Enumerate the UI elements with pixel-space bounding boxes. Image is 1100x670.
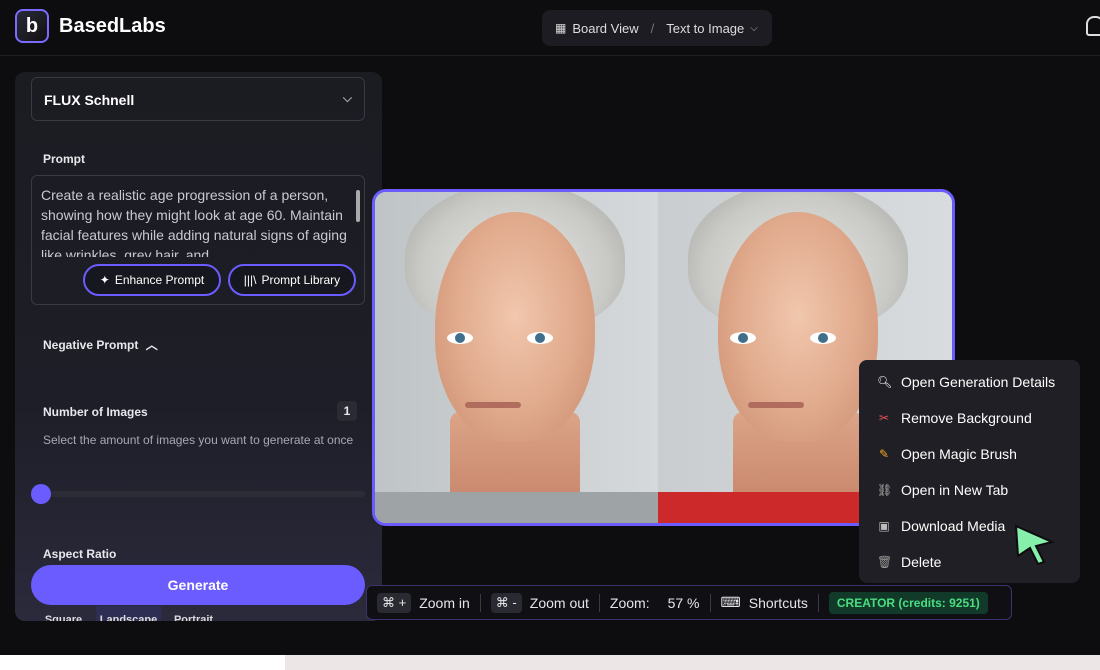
taskbar-search[interactable] [0,655,285,670]
prompt-field[interactable]: Create a realistic age progression of a … [31,175,365,305]
negative-prompt-label: Negative Prompt [43,338,139,352]
num-images-value: 1 [337,401,357,421]
generate-button[interactable]: Generate [31,565,365,605]
prompt-library-label: Prompt Library [261,273,341,287]
prompt-library-button[interactable]: |||\ Prompt Library [228,264,356,296]
ratio-square[interactable]: Square [31,606,96,621]
menu-item-label: Download Media [901,518,1006,534]
brand-name[interactable]: BasedLabs [59,15,166,38]
menu-item-remove-background[interactable]: ✂ Remove Background [859,400,1080,436]
zoom-out-shortcut: ⌘ - [490,592,522,613]
prompt-scrollbar[interactable] [355,182,361,256]
scrollbar-thumb[interactable] [356,190,360,222]
magnifier-icon: 🔍︎ [877,375,893,389]
divider [479,593,481,612]
scissors-icon: ✂ [878,411,890,425]
enhance-prompt-button[interactable]: ✦ Enhance Prompt [83,264,221,296]
trash-icon: 🗑︎ [877,555,893,569]
chevron-down-icon: ⌵ [750,22,758,34]
divider [709,593,711,612]
num-images-label: Number of Images [43,405,148,419]
zoom-value: 57 % [667,594,700,611]
menu-item-label: Open Generation Details [901,374,1056,390]
grid-icon: ▦ [555,21,567,35]
keyboard-icon: ⌨ [720,594,741,610]
pencil-icon: ✎ [878,447,890,461]
generation-panel: FLUX Schnell ⌵ Prompt Create a realistic… [15,72,382,621]
model-select-value: FLUX Schnell [44,92,135,108]
floppy-icon: ▣ [878,519,890,533]
credits-badge: CREATOR (credits: 9251) [828,591,988,614]
sparkle-icon: ✦ [99,273,110,287]
image-left [375,192,658,523]
menu-item-label: Remove Background [901,410,1032,426]
zoom-in-button[interactable]: Zoom in [419,595,470,611]
model-select[interactable]: FLUX Schnell ⌵ [31,77,365,121]
pointer-cursor-icon [1014,524,1056,566]
zoom-toolbar: ⌘ + Zoom in ⌘ - Zoom out Zoom: 57 % ⌨ Sh… [366,585,1012,620]
menu-item-label: Open Magic Brush [901,446,1017,462]
enhance-prompt-label: Enhance Prompt [114,273,205,287]
brand-logo[interactable]: b [15,9,49,43]
logo-letter: b [25,14,39,37]
negative-prompt-toggle[interactable]: Negative Prompt ︿ [43,336,158,353]
aspect-ratio-label: Aspect Ratio [43,547,117,561]
bell-icon[interactable] [1086,16,1100,36]
aspect-ratio-options: Square Landscape Portrait [31,606,226,621]
prompt-label: Prompt [43,152,85,166]
zoom-out-button[interactable]: Zoom out [530,595,589,611]
ratio-portrait[interactable]: Portrait [161,606,226,621]
os-taskbar [0,655,1100,670]
breadcrumb-separator: / [650,20,655,36]
chevron-down-icon: ⌵ [342,91,352,105]
divider [817,593,819,612]
current-page-dropdown[interactable]: Text to Image [666,21,744,36]
num-images-helper: Select the amount of images you want to … [43,433,354,447]
prompt-textarea[interactable]: Create a realistic age progression of a … [41,185,351,257]
divider [598,593,600,612]
num-images-slider[interactable] [39,491,365,497]
chevron-up-icon: ︿ [145,338,158,352]
breadcrumb: ▦ Board View / Text to Image ⌵ [542,10,772,46]
library-icon: |||\ [243,273,257,287]
menu-item-generation-details[interactable]: 🔍︎ Open Generation Details [859,364,1080,400]
link-icon: ⛓ [877,483,893,497]
menu-item-new-tab[interactable]: ⛓ Open in New Tab [859,472,1080,508]
menu-item-magic-brush[interactable]: ✎ Open Magic Brush [859,436,1080,472]
zoom-label: Zoom: [609,594,650,611]
shortcuts-button[interactable]: Shortcuts [749,595,808,611]
menu-item-label: Delete [901,554,942,570]
top-header: b BasedLabs ▦ Board View / Text to Image… [0,0,1100,56]
menu-item-label: Open in New Tab [901,482,1009,498]
slider-handle[interactable] [31,484,51,504]
ratio-landscape[interactable]: Landscape [96,606,161,621]
board-view-link[interactable]: Board View [572,21,638,36]
zoom-in-shortcut: ⌘ + [377,592,412,613]
